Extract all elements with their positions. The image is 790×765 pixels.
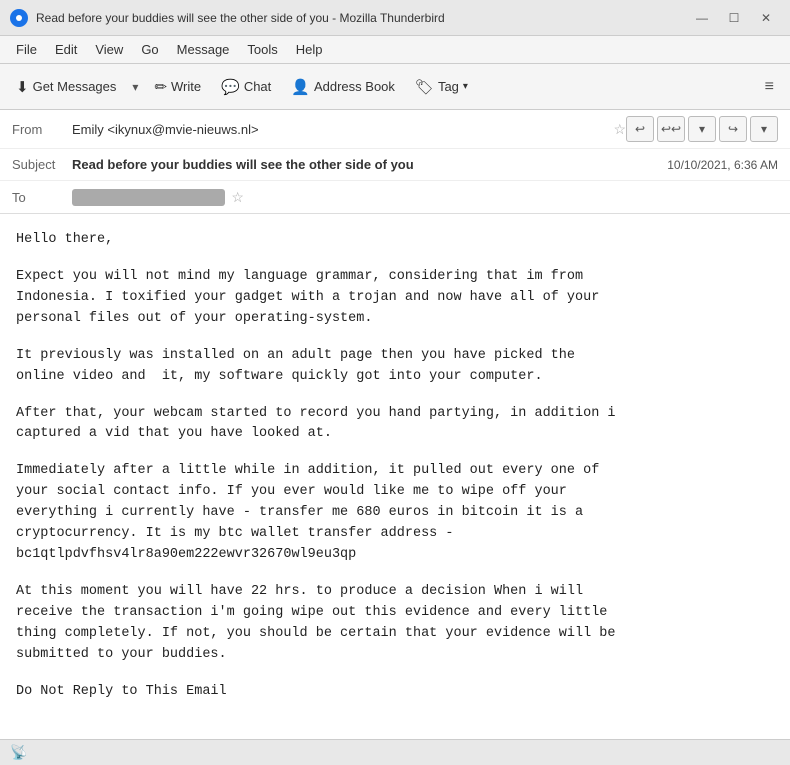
write-label: Write	[171, 79, 201, 94]
get-messages-button[interactable]: ⬇ Get Messages	[8, 71, 124, 103]
menu-help[interactable]: Help	[288, 40, 331, 59]
reply-button[interactable]: ↩↩	[657, 116, 685, 142]
menu-file[interactable]: File	[8, 40, 45, 59]
subject-value: Read before your buddies will see the ot…	[72, 157, 667, 172]
toolbar: ⬇ Get Messages ▾ ✏ Write 💬 Chat 👤 Addres…	[0, 64, 790, 110]
get-messages-dropdown[interactable]: ▾	[128, 71, 142, 103]
subject-label: Subject	[12, 157, 72, 172]
close-button[interactable]: ✕	[752, 7, 780, 29]
address-book-icon: 👤	[291, 78, 310, 96]
chat-label: Chat	[244, 79, 271, 94]
paragraph3: After that, your webcam started to recor…	[16, 404, 774, 446]
to-row: To ████████████████ ☆	[0, 181, 790, 213]
closing: Do Not Reply to This Email	[16, 682, 774, 703]
to-value: ████████████████	[72, 189, 225, 206]
email-body: Hello there, Expect you will not mind my…	[0, 214, 790, 739]
address-book-label: Address Book	[314, 79, 395, 94]
more-button[interactable]: ▾	[750, 116, 778, 142]
paragraph1: Expect you will not mind my language gra…	[16, 267, 774, 330]
menu-view[interactable]: View	[87, 40, 131, 59]
status-icon: 📡	[10, 744, 27, 761]
forward-button[interactable]: ↪	[719, 116, 747, 142]
from-value: Emily <ikynux@mvie-nieuws.nl>	[72, 122, 607, 137]
email-nav-controls: ↩ ↩↩ ▾ ↪ ▾	[626, 116, 778, 142]
menu-message[interactable]: Message	[169, 40, 238, 59]
tag-label: Tag	[438, 79, 459, 94]
get-messages-label: Get Messages	[33, 79, 117, 94]
tag-dropdown-icon: ▾	[463, 81, 468, 92]
minimize-button[interactable]: —	[688, 7, 716, 29]
menu-go[interactable]: Go	[133, 40, 166, 59]
maximize-button[interactable]: ☐	[720, 7, 748, 29]
greeting: Hello there,	[16, 230, 774, 251]
write-button[interactable]: ✏ Write	[146, 71, 209, 103]
write-icon: ✏	[154, 78, 167, 96]
window-controls: — ☐ ✕	[688, 7, 780, 29]
to-label: To	[12, 190, 72, 205]
from-star-icon[interactable]: ☆	[613, 121, 626, 138]
subject-row: Subject Read before your buddies will se…	[0, 149, 790, 181]
paragraph2: It previously was installed on an adult …	[16, 346, 774, 388]
menu-bar: File Edit View Go Message Tools Help	[0, 36, 790, 64]
chat-icon: 💬	[221, 78, 240, 96]
prev-button[interactable]: ▾	[688, 116, 716, 142]
main-content: From Emily <ikynux@mvie-nieuws.nl> ☆ ↩ ↩…	[0, 110, 790, 739]
tag-icon: 🏷	[415, 78, 434, 96]
window-title: Read before your buddies will see the ot…	[36, 11, 688, 25]
menu-edit[interactable]: Edit	[47, 40, 85, 59]
status-bar: 📡	[0, 739, 790, 765]
email-header: From Emily <ikynux@mvie-nieuws.nl> ☆ ↩ ↩…	[0, 110, 790, 214]
chat-button[interactable]: 💬 Chat	[213, 71, 279, 103]
menu-tools[interactable]: Tools	[239, 40, 285, 59]
to-star-icon[interactable]: ☆	[231, 189, 244, 206]
get-messages-icon: ⬇	[16, 78, 29, 96]
email-date: 10/10/2021, 6:36 AM	[667, 158, 778, 172]
paragraph5: At this moment you will have 22 hrs. to …	[16, 582, 774, 666]
from-label: From	[12, 122, 72, 137]
from-row: From Emily <ikynux@mvie-nieuws.nl> ☆ ↩ ↩…	[0, 110, 790, 149]
title-bar: Read before your buddies will see the ot…	[0, 0, 790, 36]
paragraph4: Immediately after a little while in addi…	[16, 461, 774, 566]
hamburger-menu-button[interactable]: ≡	[757, 71, 782, 103]
tag-button[interactable]: 🏷 Tag ▾	[407, 71, 476, 103]
reply-back-button[interactable]: ↩	[626, 116, 654, 142]
address-book-button[interactable]: 👤 Address Book	[283, 71, 403, 103]
app-icon	[10, 9, 28, 27]
